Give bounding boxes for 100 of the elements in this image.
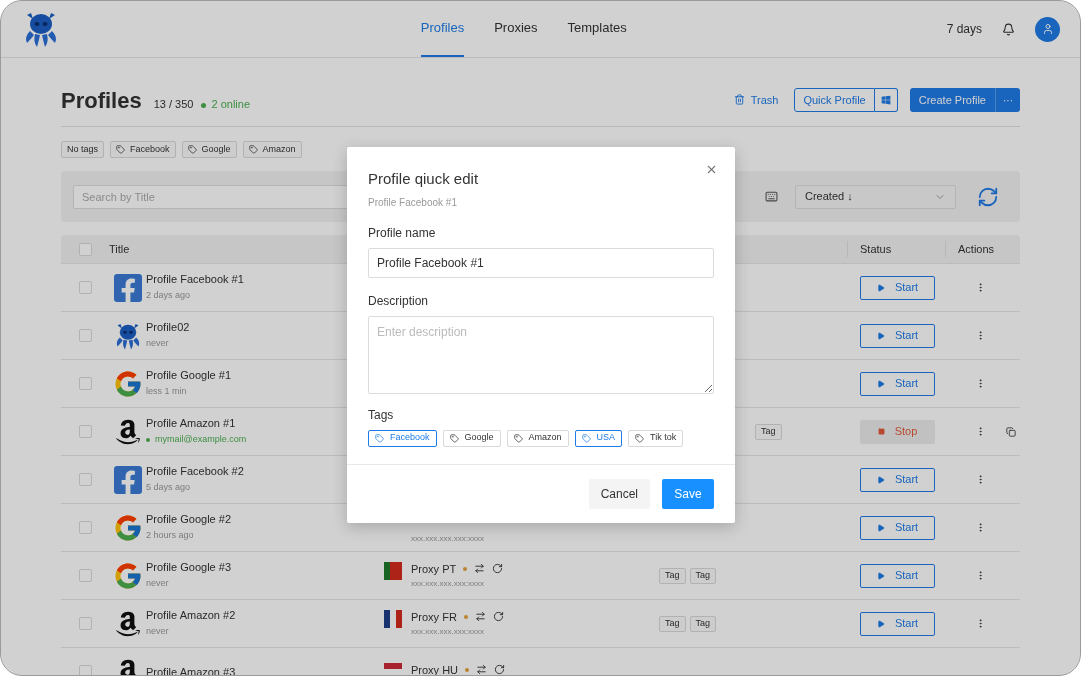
- start-button[interactable]: Start: [860, 323, 935, 348]
- amazon-icon: [113, 609, 142, 638]
- page-title: Profiles: [61, 90, 142, 112]
- proxy-address: xxx.xxx.xxx.xxx:xxxx: [411, 625, 485, 638]
- tag-icon: [449, 433, 459, 443]
- profile-subtitle: mymail@example.com: [155, 433, 247, 447]
- profile-title[interactable]: Profile Amazon #3: [146, 664, 384, 675]
- play-icon: [876, 331, 885, 340]
- field-label: Profile name: [368, 224, 437, 242]
- tag-icon: [581, 433, 591, 443]
- start-button[interactable]: Start: [860, 371, 935, 396]
- checkbox[interactable]: [78, 242, 92, 256]
- nav-tab[interactable]: Templates: [567, 1, 627, 57]
- description-field[interactable]: Enter description: [368, 315, 714, 394]
- start-button[interactable]: Start: [860, 467, 935, 492]
- tag-filter[interactable]: Google: [181, 141, 237, 158]
- start-button[interactable]: Start: [860, 515, 935, 540]
- keyboard-icon[interactable]: [765, 190, 778, 203]
- tag-filter[interactable]: No tags: [61, 141, 105, 158]
- play-icon: [876, 523, 885, 532]
- profile-count: 13 / 350: [153, 96, 194, 112]
- refresh-icon[interactable]: [492, 563, 504, 574]
- checkbox[interactable]: [78, 377, 92, 390]
- quick-profile-button[interactable]: Quick Profile: [794, 88, 875, 112]
- notification-icon[interactable]: [1002, 22, 1015, 36]
- avatar[interactable]: [1035, 16, 1060, 42]
- more-button[interactable]: ···: [996, 88, 1020, 112]
- tag-chip[interactable]: Amazon: [506, 429, 569, 447]
- profile-subtitle: never: [146, 337, 169, 351]
- tag-chip[interactable]: Google: [442, 429, 501, 447]
- windows-button[interactable]: [874, 88, 898, 112]
- tag-filter[interactable]: Amazon: [242, 141, 302, 158]
- tag-label: Tag: [755, 423, 782, 440]
- proxy-address: xxx.xxx.xxx.xxx:xxxx: [411, 532, 484, 545]
- facebook-icon: [111, 271, 144, 304]
- tag-chip[interactable]: USA: [574, 429, 623, 447]
- amazon-icon: [113, 417, 142, 446]
- refresh-icon[interactable]: [977, 185, 999, 208]
- copy-icon[interactable]: [1006, 426, 1016, 437]
- tag-label: Tag: [659, 615, 686, 632]
- tag-label: Tag: [689, 615, 717, 632]
- play-icon: [876, 379, 885, 388]
- play-icon: [876, 283, 885, 292]
- column-header: Title: [109, 241, 131, 257]
- start-button[interactable]: Start: [860, 563, 935, 588]
- create-profile-button[interactable]: Create Profile: [909, 88, 996, 112]
- tag-icon: [187, 145, 197, 154]
- checkbox[interactable]: [78, 665, 92, 675]
- close-icon[interactable]: [705, 163, 718, 176]
- checkbox[interactable]: [78, 473, 92, 486]
- start-button[interactable]: Start: [860, 275, 935, 300]
- field-label: Description: [368, 292, 430, 310]
- dialog-subtitle: Profile Facebook #1: [368, 195, 458, 210]
- refresh-icon[interactable]: [494, 664, 506, 675]
- proxy-name: Proxy PT: [411, 561, 457, 576]
- tag-icon: [635, 433, 645, 443]
- column-header: Status: [847, 240, 945, 258]
- tag-chip[interactable]: Facebook: [368, 429, 437, 447]
- tag-label: Tag: [659, 567, 686, 584]
- profile-subtitle: never: [146, 625, 169, 639]
- tag-icon: [248, 145, 258, 154]
- start-button[interactable]: Start: [860, 611, 935, 636]
- trash-link[interactable]: Trash: [733, 91, 779, 108]
- flag-icon: [384, 609, 402, 628]
- play-icon: [876, 619, 885, 628]
- dialog-title: Profile qiuck edit: [368, 169, 479, 189]
- tag-filter[interactable]: Facebook: [110, 141, 176, 158]
- checkbox[interactable]: [78, 617, 92, 630]
- online-count: 2 online: [211, 96, 250, 112]
- profile-title[interactable]: Profile Google #3: [146, 560, 384, 575]
- proxy-name: Proxy HU: [411, 662, 459, 675]
- checkbox[interactable]: [78, 329, 92, 342]
- tag-chip[interactable]: Tik tok: [628, 429, 684, 447]
- checkbox[interactable]: [78, 569, 92, 582]
- refresh-icon[interactable]: [492, 611, 504, 622]
- user-icon: [1041, 23, 1054, 35]
- trash-icon: [733, 94, 745, 106]
- checkbox[interactable]: [78, 425, 92, 438]
- sort-select[interactable]: Created ↓: [795, 184, 956, 209]
- play-icon: [876, 475, 885, 484]
- proxy-name: Proxy FR: [411, 609, 457, 624]
- flag-icon: [384, 561, 402, 580]
- nav-tab[interactable]: Proxies: [494, 1, 538, 57]
- field-label: Tags: [368, 406, 395, 424]
- tag-icon: [375, 433, 384, 443]
- tag-icon: [513, 433, 523, 443]
- profile-subtitle: 2 days ago: [146, 289, 191, 303]
- tag-icon: [116, 145, 126, 154]
- cancel-button[interactable]: Cancel: [588, 478, 650, 509]
- checkbox[interactable]: [78, 521, 92, 534]
- profile-subtitle: 5 days ago: [146, 481, 191, 495]
- profile-name-field[interactable]: Profile Facebook #1: [368, 247, 714, 278]
- profile-subtitle: never: [146, 577, 169, 591]
- play-icon: [876, 571, 885, 580]
- plan-label: 7 days: [946, 21, 982, 38]
- checkbox[interactable]: [78, 281, 92, 294]
- profile-title[interactable]: Profile Amazon #2: [146, 608, 384, 623]
- nav-tab[interactable]: Profiles: [420, 1, 465, 57]
- proxy-address: xxx.xxx.xxx.xxx:xxxx: [411, 577, 485, 590]
- profile-subtitle: 2 hours ago: [146, 529, 194, 543]
